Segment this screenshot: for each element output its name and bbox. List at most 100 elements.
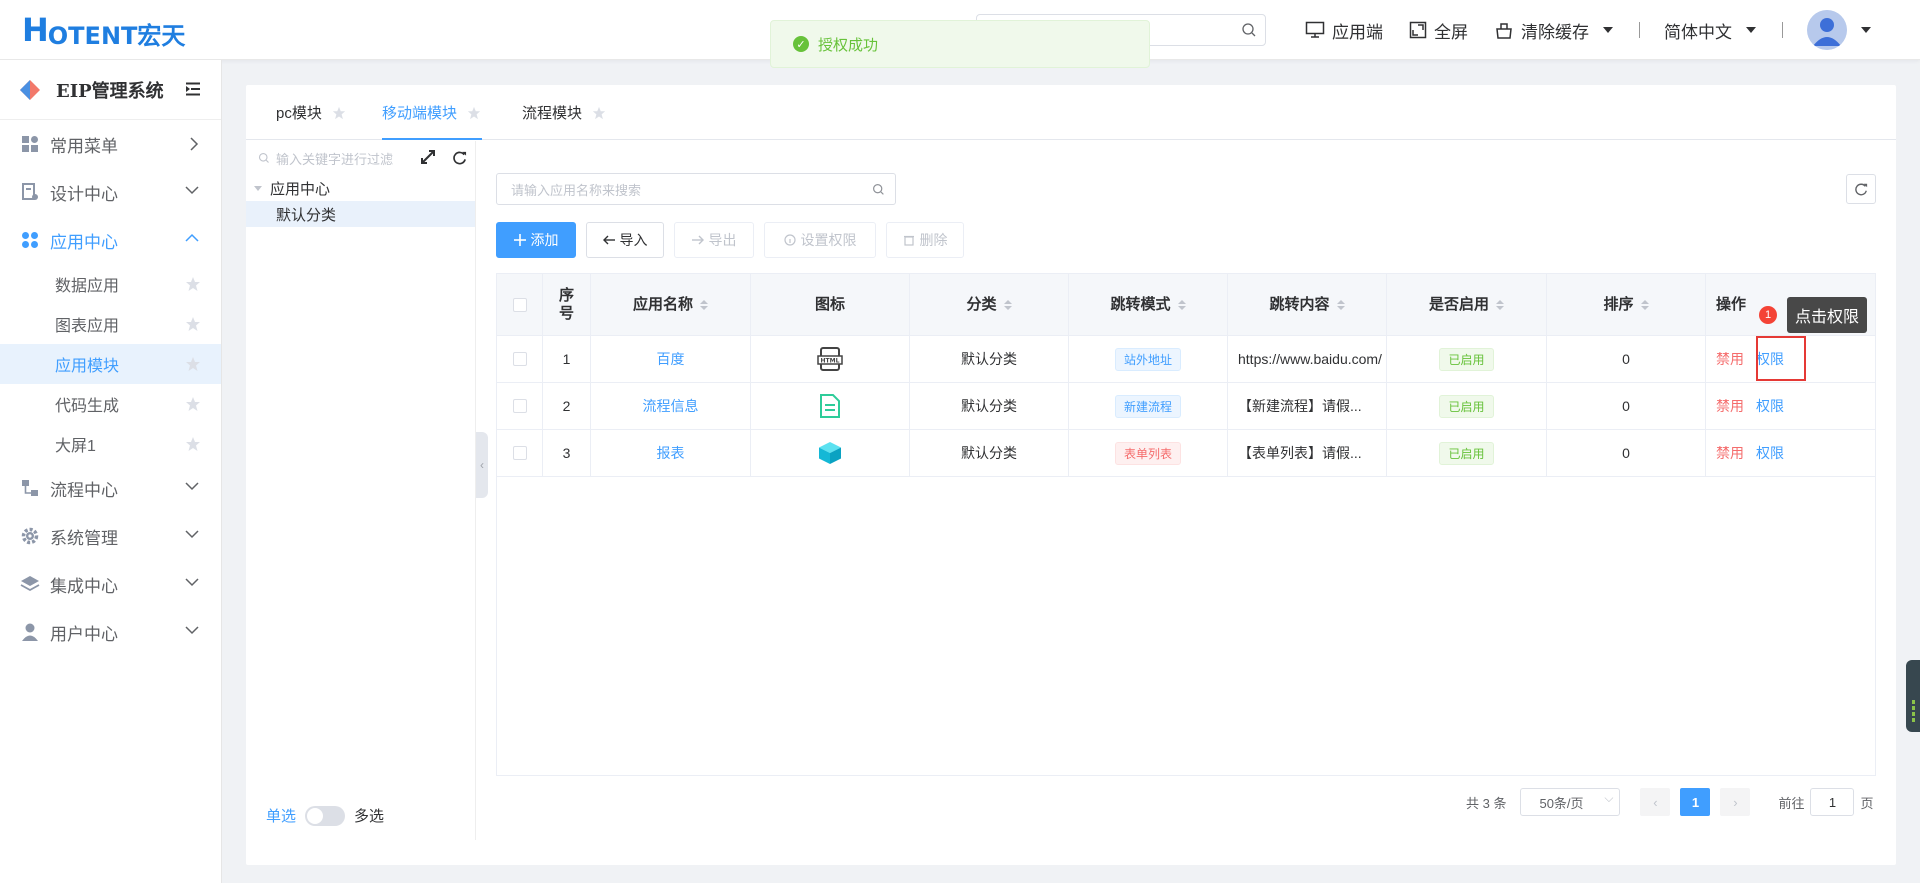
menu-user-center[interactable]: 用户中心	[0, 608, 221, 656]
side-widget[interactable]	[1906, 660, 1920, 732]
tab-pc-module[interactable]: pc模块	[276, 85, 346, 140]
status-badge: 已启用	[1439, 394, 1494, 418]
app-search-input[interactable]: 请输入应用名称来搜索	[496, 173, 896, 205]
select-all-checkbox[interactable]	[512, 297, 527, 312]
next-page-button[interactable]: ›	[1720, 788, 1751, 816]
col-label: 是否启用	[1428, 295, 1489, 313]
disable-link[interactable]: 禁用	[1716, 396, 1744, 416]
submenu-chart-app[interactable]: 图表应用	[0, 304, 221, 344]
permission-link[interactable]: 权限	[1756, 443, 1784, 463]
page-size-select[interactable]: 50条/页	[1520, 788, 1621, 816]
menu-common[interactable]: 常用菜单	[0, 120, 221, 168]
cell-jump-mode: 表单列表	[1069, 430, 1228, 476]
refresh-icon[interactable]	[452, 150, 467, 165]
page-number[interactable]: 1	[1680, 788, 1711, 816]
set-permission-button[interactable]: 设置权限	[764, 222, 876, 258]
col-jump-mode[interactable]: 跳转模式	[1069, 274, 1228, 335]
permission-link[interactable]: 权限	[1756, 396, 1784, 416]
tree-filter-input[interactable]: 输入关键字进行过滤	[246, 141, 475, 175]
menu-integration[interactable]: 集成中心	[0, 560, 221, 608]
row-checkbox[interactable]	[512, 352, 527, 366]
row-checkbox[interactable]	[512, 446, 527, 460]
app-table: 序号 应用名称 图标 分类 跳转模式 跳转内容 是否启用 排序 操作 1 百度 …	[496, 273, 1876, 776]
guide-highlight-box	[1756, 336, 1806, 381]
sort-icon[interactable]	[700, 299, 708, 310]
hotent-logo[interactable]: H OTENT宏天	[22, 11, 185, 50]
toggle-switch[interactable]	[305, 805, 346, 826]
disable-link[interactable]: 禁用	[1716, 443, 1744, 463]
sort-icon[interactable]	[1177, 299, 1186, 310]
expand-icon[interactable]	[421, 150, 435, 164]
menu-fold-icon[interactable]	[185, 82, 201, 96]
mode-tag: 站外地址	[1114, 347, 1181, 371]
chevron-down-icon	[1861, 27, 1871, 33]
total-count: 共 3 条	[1466, 795, 1507, 811]
star-icon[interactable]	[332, 106, 346, 120]
col-enabled[interactable]: 是否启用	[1387, 274, 1547, 335]
menu-app-center[interactable]: 应用中心	[0, 216, 221, 264]
sort-icon[interactable]	[1336, 299, 1345, 310]
system-title-text: EIP管理系统	[56, 80, 164, 102]
import-button[interactable]: 导入	[586, 222, 664, 258]
disable-link[interactable]: 禁用	[1716, 349, 1744, 369]
single-select-label: 单选	[266, 808, 297, 825]
menu-flow-center[interactable]: 流程中心	[0, 464, 221, 512]
trash-icon	[903, 235, 914, 246]
goto-page-input[interactable]: 1	[1810, 788, 1855, 816]
delete-button[interactable]: 删除	[886, 222, 964, 258]
tree-node-app-center[interactable]: 应用中心	[246, 175, 475, 201]
caret-down-icon	[254, 185, 262, 191]
submenu-big-screen[interactable]: 大屏1	[0, 424, 221, 464]
select-mode-switch[interactable]: 单选 多选	[266, 805, 384, 826]
language-dropdown[interactable]: 简体中文	[1664, 18, 1756, 43]
export-button[interactable]: 导出	[674, 222, 754, 258]
star-icon[interactable]	[185, 396, 201, 412]
prev-page-button[interactable]: ‹	[1640, 788, 1671, 816]
divider	[1639, 22, 1640, 38]
table-refresh-button[interactable]	[1846, 174, 1876, 204]
cell-app-name[interactable]: 流程信息	[591, 383, 751, 429]
cell-index: 3	[543, 430, 591, 476]
star-icon[interactable]	[592, 106, 606, 120]
sort-icon[interactable]	[1003, 299, 1012, 310]
col-sort[interactable]: 排序	[1547, 274, 1706, 335]
menu-label: 用户中心	[50, 624, 118, 644]
info-circle-icon	[783, 234, 796, 246]
submenu-code-gen[interactable]: 代码生成	[0, 384, 221, 424]
plus-icon	[513, 234, 526, 246]
tree-node-default-category[interactable]: 默认分类	[246, 201, 475, 227]
star-icon[interactable]	[467, 106, 481, 120]
active-tab-indicator	[382, 138, 482, 140]
submenu-data-app[interactable]: 数据应用	[0, 264, 221, 304]
cell-index: 1	[543, 336, 591, 382]
star-icon[interactable]	[185, 276, 201, 292]
sort-icon[interactable]	[1640, 299, 1649, 310]
submenu-label: 图表应用	[55, 318, 120, 335]
cell-app-name[interactable]: 百度	[591, 336, 751, 382]
col-label: 跳转模式	[1110, 295, 1171, 313]
client-app-link[interactable]: 应用端	[1305, 18, 1383, 43]
user-menu[interactable]	[1807, 10, 1871, 50]
star-icon[interactable]	[185, 356, 201, 372]
import-label: 导入	[619, 232, 648, 248]
star-icon[interactable]	[185, 436, 201, 452]
col-app-name[interactable]: 应用名称	[591, 274, 751, 335]
tab-mobile-module[interactable]: 移动端模块	[382, 85, 481, 140]
tab-flow-module[interactable]: 流程模块	[522, 85, 606, 140]
star-icon[interactable]	[185, 316, 201, 332]
col-jump-content[interactable]: 跳转内容	[1228, 274, 1387, 335]
submenu-app-module[interactable]: 应用模块	[0, 344, 221, 384]
add-button[interactable]: 添加	[496, 222, 576, 258]
col-category[interactable]: 分类	[910, 274, 1069, 335]
collapse-panel-handle[interactable]: ‹	[476, 432, 488, 498]
cell-app-name[interactable]: 报表	[591, 430, 751, 476]
clear-cache-dropdown[interactable]: 清除缓存	[1494, 18, 1613, 43]
fullscreen-button[interactable]: 全屏	[1409, 18, 1468, 43]
row-checkbox[interactable]	[512, 399, 527, 413]
menu-system[interactable]: 系统管理	[0, 512, 221, 560]
tab-label: pc模块	[276, 105, 322, 122]
sort-icon[interactable]	[1496, 299, 1504, 310]
submenu-label: 代码生成	[55, 398, 120, 415]
submenu-label: 数据应用	[55, 278, 120, 295]
menu-design[interactable]: 设计中心	[0, 168, 221, 216]
